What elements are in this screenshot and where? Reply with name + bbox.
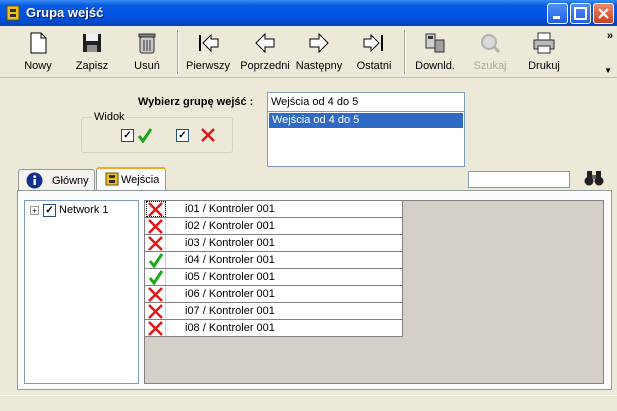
show-ok-checkbox[interactable]: ✓ (121, 129, 134, 142)
maximize-icon (574, 7, 587, 20)
status-bar (0, 395, 617, 411)
table-row[interactable]: i02 / Kontroler 001 (145, 218, 403, 235)
tree-node-checkbox[interactable]: ✓ (43, 204, 56, 217)
download-icon (425, 33, 445, 53)
input-name: i08 / Kontroler 001 (185, 322, 275, 334)
table-row[interactable]: i03 / Kontroler 001 (145, 235, 403, 252)
network-tree[interactable]: + ✓ Network 1 (24, 200, 139, 384)
group-select-list[interactable]: Wejścia od 4 do 5 (267, 111, 465, 167)
filter-input[interactable] (468, 171, 570, 188)
toolbar: Nowy Zapisz Usuń Pierwszy Poprzedni Nast… (0, 26, 617, 78)
toolbar-dropdown-icon[interactable]: ▼ (604, 66, 612, 75)
right-arrow-icon (309, 32, 329, 54)
save-button-label: Zapisz (75, 60, 109, 72)
download-button-label: Downld. (415, 60, 455, 72)
download-button[interactable]: Downld. (411, 29, 459, 75)
table-row[interactable]: i07 / Kontroler 001 (145, 303, 403, 320)
minimize-button[interactable] (547, 3, 568, 24)
red-x-icon (201, 128, 215, 142)
previous-button-label: Poprzedni (240, 60, 290, 72)
trash-can-icon (138, 33, 156, 54)
previous-button[interactable]: Poprzedni (238, 29, 292, 75)
search-button-label: Szukaj (473, 60, 507, 72)
delete-button-label: Usuń (134, 60, 160, 72)
toolbar-separator (404, 30, 406, 74)
tab-glowny-label: Główny (52, 175, 89, 187)
table-row[interactable]: i05 / Kontroler 001 (145, 269, 403, 286)
app-window: Grupa wejść Nowy Zapisz Usuń Pierwszy Po… (0, 0, 617, 411)
table-row[interactable]: i06 / Kontroler 001 (145, 286, 403, 303)
group-select-label: Wybierz grupę wejść : (138, 96, 254, 108)
show-error-checkbox[interactable]: ✓ (176, 129, 189, 142)
red-x-icon (146, 218, 166, 234)
inputs-grid[interactable]: i01 / Kontroler 001 i02 / Kontroler 001 i0… (144, 200, 604, 384)
toolbar-separator (177, 30, 179, 74)
save-button[interactable]: Zapisz (68, 29, 116, 75)
maximize-button[interactable] (570, 3, 591, 24)
io-icon (105, 172, 119, 186)
left-arrow-icon (255, 32, 275, 54)
floppy-disk-icon (83, 34, 101, 52)
info-icon (26, 172, 43, 189)
red-x-icon (146, 303, 166, 319)
widok-label: Widok (92, 111, 127, 123)
binoculars-icon[interactable] (583, 168, 605, 188)
group-option-selected[interactable]: Wejścia od 4 do 5 (269, 113, 463, 128)
input-name: i03 / Kontroler 001 (185, 237, 275, 249)
tab-wejscia[interactable]: Wejścia (96, 167, 166, 191)
input-name: i06 / Kontroler 001 (185, 288, 275, 300)
group-select-input[interactable]: Wejścia od 4 do 5 (267, 92, 465, 112)
table-row[interactable]: i08 / Kontroler 001 (145, 320, 403, 337)
new-button-label: Nowy (24, 60, 52, 72)
close-icon (598, 8, 609, 19)
search-icon (481, 34, 501, 54)
next-button[interactable]: Następny (294, 29, 344, 75)
tab-glowny[interactable]: Główny (18, 169, 95, 191)
close-button[interactable] (593, 3, 614, 24)
title-bar[interactable]: Grupa wejść (0, 0, 617, 26)
new-document-icon (30, 32, 47, 54)
next-button-label: Następny (295, 60, 343, 72)
new-button[interactable]: Nowy (14, 29, 62, 75)
delete-button[interactable]: Usuń (123, 29, 171, 75)
toolbar-overflow-icon[interactable]: » (607, 30, 613, 42)
window-title: Grupa wejść (26, 5, 104, 20)
last-button[interactable]: Ostatni (350, 29, 398, 75)
input-name: i05 / Kontroler 001 (185, 271, 275, 283)
table-row[interactable]: i01 / Kontroler 001 (145, 201, 403, 218)
first-button[interactable]: Pierwszy (184, 29, 232, 75)
tree-expand-icon[interactable]: + (30, 206, 39, 215)
first-arrow-icon (199, 33, 219, 53)
last-button-label: Ostatni (356, 60, 392, 72)
input-name: i01 / Kontroler 001 (185, 203, 275, 215)
search-button[interactable]: Szukaj (466, 29, 514, 75)
input-name: i02 / Kontroler 001 (185, 220, 275, 232)
print-button[interactable]: Drukuj (520, 29, 568, 75)
printer-icon (533, 32, 555, 54)
green-check-icon (146, 252, 166, 269)
last-arrow-icon (363, 33, 383, 53)
green-check-icon (146, 269, 166, 286)
input-name: i04 / Kontroler 001 (185, 254, 275, 266)
red-x-icon (146, 235, 166, 251)
input-name: i07 / Kontroler 001 (185, 305, 275, 317)
tab-wejscia-label: Wejścia (121, 174, 160, 186)
green-check-icon (137, 128, 153, 143)
app-icon (6, 5, 20, 21)
print-button-label: Drukuj (528, 60, 560, 72)
first-button-label: Pierwszy (185, 60, 230, 72)
minimize-icon (553, 16, 560, 19)
table-row[interactable]: i04 / Kontroler 001 (145, 252, 403, 269)
red-x-icon (146, 320, 166, 336)
tree-node-label[interactable]: Network 1 (59, 204, 109, 216)
red-x-icon (146, 286, 166, 302)
red-x-icon (146, 201, 166, 217)
